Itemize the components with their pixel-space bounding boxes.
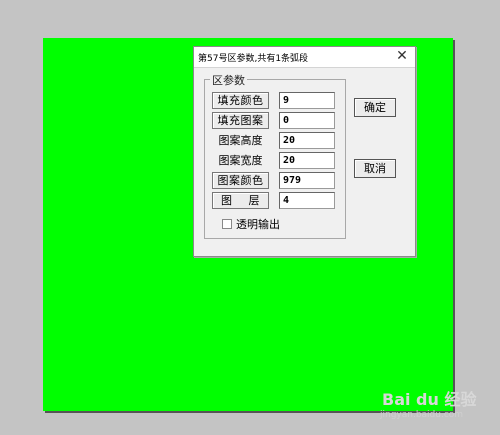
dialog-title: 第57号区参数,共有1条弧段 [198,54,309,64]
cancel-button[interactable]: 取消 [354,159,396,178]
watermark-logo: Bai du 经验 [382,390,477,409]
transparent-output-label: 透明输出 [236,218,280,231]
fill-color-button[interactable]: 填充颜色 [212,92,269,109]
pattern-color-button[interactable]: 图案颜色 [212,172,269,189]
layer-input[interactable]: 4 [279,192,335,209]
layer-button[interactable]: 图 层 [212,192,269,209]
fill-color-input[interactable]: 9 [279,92,335,109]
ok-button[interactable]: 确定 [354,98,396,117]
transparent-output-checkbox[interactable] [222,219,232,229]
close-icon[interactable]: ✕ [393,48,411,65]
area-params-dialog: 第57号区参数,共有1条弧段 ✕ 区参数 填充颜色 9 填充图案 0 图案高度 … [193,46,416,257]
watermark-url: jingyan.baidu.com [380,410,464,420]
group-label: 区参数 [210,72,247,88]
pattern-height-input[interactable]: 20 [279,132,335,149]
baidu-watermark: Bai du 经验 jingyan.baidu.com [378,386,496,430]
pattern-width-label: 图案宽度 [218,154,263,167]
fill-pattern-button[interactable]: 填充图案 [212,112,269,129]
dialog-titlebar[interactable]: 第57号区参数,共有1条弧段 ✕ [194,47,415,68]
pattern-height-label: 图案高度 [218,134,263,147]
pattern-width-input[interactable]: 20 [279,152,335,169]
pattern-color-input[interactable]: 979 [279,172,335,189]
fill-pattern-input[interactable]: 0 [279,112,335,129]
